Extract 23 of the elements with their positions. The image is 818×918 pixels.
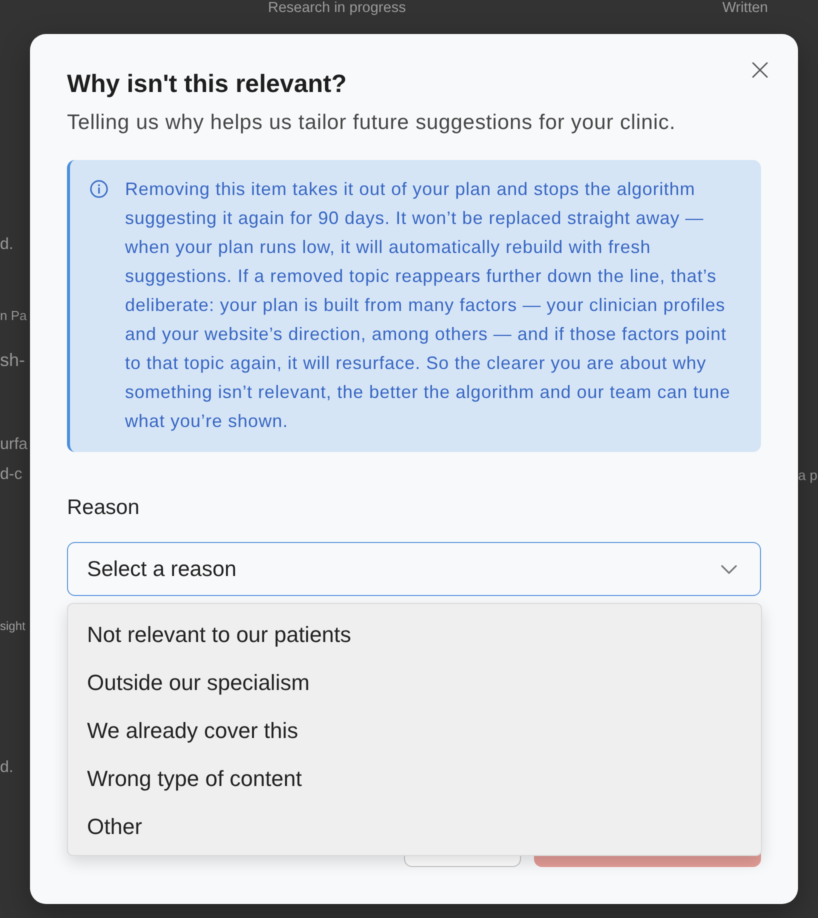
page-text: n Pa <box>0 307 27 325</box>
page-text: a p <box>798 466 818 485</box>
field-label: Reason <box>67 495 140 521</box>
chevron-icon <box>721 564 737 574</box>
page-text: urfa <box>0 435 28 455</box>
info-icon <box>90 180 108 198</box>
page-text: sh- <box>0 350 26 370</box>
dropdown-option[interactable]: We already cover this <box>68 707 761 755</box>
dialog-title: Why isn't this relevant? <box>67 69 348 100</box>
page-text: d-c <box>0 465 22 485</box>
close-icon <box>752 62 768 78</box>
dropdown-option[interactable]: Other <box>68 803 761 851</box>
dropdown-option[interactable]: Not relevant to our patients <box>68 611 761 659</box>
stage-label: Written <box>722 0 768 17</box>
reason-select[interactable]: Select a reason <box>67 542 761 596</box>
dropdown-option[interactable]: Outside our specialism <box>68 659 761 707</box>
page-text: d. <box>0 758 14 778</box>
page-text: sight <box>0 618 26 635</box>
dropdown-option[interactable]: Wrong type of content <box>68 755 761 803</box>
dialog-subtitle: Telling us why helps us tailor future suggestions for your clinic. <box>67 110 677 136</box>
page-text: d. <box>0 235 14 255</box>
stage-label: Research in progress <box>268 0 406 17</box>
info-text: Removing this item takes it out of your plan and stops the algorithm suggesting it again for 90 days. It won’t be replaced straight away — when your plan runs low, it will automatically rebuild with fresh suggestions. If a removed topic reappears further down the line, that’s deliberate: your plan is built from many factors — your clinician profiles and your website’s direction, among others — and if those factors point to that topic again, it will resurface. So the clearer you are about why something isn’t relevant, the better the algorithm and our team can tune what you’re shown. <box>125 178 732 433</box>
